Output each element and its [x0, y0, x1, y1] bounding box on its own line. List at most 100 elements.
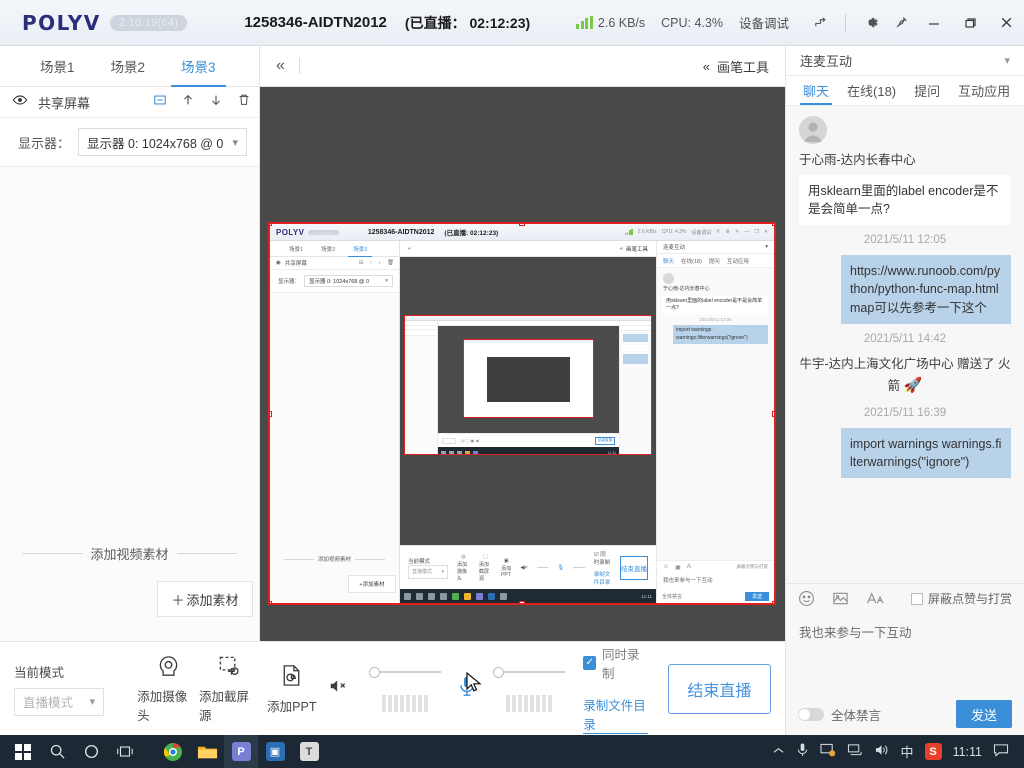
- monitor-select[interactable]: 显示器 0: 1024x768 @ 0 ▾: [78, 128, 247, 156]
- preview-stage[interactable]: POLYV 2.10.19(64) 1258346-AIDTN2012 (已直播…: [260, 87, 785, 641]
- microphone-icon[interactable]: [796, 742, 809, 761]
- resize-handle-br[interactable]: [772, 601, 774, 603]
- speaker-muted-icon[interactable]: [328, 677, 350, 700]
- search-icon[interactable]: [40, 735, 74, 768]
- mini-layer-row: ◉ 共享屏幕 ⊟ ↑ ↓ 🗑: [270, 257, 399, 270]
- signal-bars-icon: [576, 16, 593, 29]
- mini-image-icon: ▣: [675, 564, 681, 571]
- image-icon[interactable]: [832, 590, 849, 607]
- mini-camera-label: 添加摄像头: [457, 561, 468, 582]
- add-ppt-label: 添加PPT: [267, 699, 317, 714]
- block-likes-checkbox[interactable]: 屏蔽点赞与打赏: [910, 590, 1012, 607]
- resize-handle-mr[interactable]: [772, 410, 774, 417]
- mini-message-2: import warnings warnings.filterwarnings(…: [673, 325, 768, 345]
- record-folder-link[interactable]: 录制文件目录: [583, 695, 648, 734]
- mini-minimize-icon: —: [744, 229, 750, 235]
- mini-collapse-icon: «: [408, 245, 412, 252]
- volume-icon[interactable]: [874, 743, 890, 760]
- mini-minus-icon: ⊟: [358, 260, 364, 266]
- trash-icon[interactable]: [237, 93, 251, 112]
- font-size-icon[interactable]: [866, 590, 885, 607]
- chat-gift-message: 牛宇-达内上海文化广场中心 赠送了 火箭 🚀: [799, 354, 1011, 398]
- mini-font-icon: A: [686, 564, 691, 570]
- resize-handle-ml[interactable]: [270, 410, 272, 417]
- chat-panel-header[interactable]: 连麦互动 ▾: [786, 46, 1024, 76]
- resize-handle-tc[interactable]: [519, 224, 525, 226]
- mini-scene-3: 场景3: [344, 241, 376, 257]
- mic-volume-slider[interactable]: [492, 665, 565, 679]
- pin-icon[interactable]: [886, 8, 916, 38]
- checkbox[interactable]: [910, 592, 923, 605]
- close-button[interactable]: [988, 0, 1024, 46]
- resize-handle-tl[interactable]: [270, 224, 272, 226]
- pen-tool-button[interactable]: « 画笔工具: [703, 57, 769, 76]
- share-icon[interactable]: [805, 8, 835, 38]
- resize-handle-bl[interactable]: [270, 601, 272, 603]
- add-camera-button[interactable]: 添加摄像头: [137, 653, 199, 724]
- polyv-taskbar-icon[interactable]: P: [224, 735, 258, 768]
- tab-online[interactable]: 在线(18): [840, 76, 903, 105]
- chevron-down-icon[interactable]: ▾: [1004, 54, 1010, 67]
- mini-shared-screen: ◎ ⬚ ▣ ◀ 结束直播 11:11: [404, 315, 652, 455]
- eye-icon[interactable]: [12, 92, 28, 113]
- mini-chat-tools: ☺ ▣ A 屏蔽点赞与打赏: [657, 560, 774, 573]
- mini-share-icon: ⇱: [716, 229, 721, 235]
- ime-indicator[interactable]: 中: [901, 742, 914, 761]
- network-icon[interactable]: [847, 743, 863, 760]
- record-checkbox[interactable]: ✓ 同时录制: [583, 644, 647, 682]
- mini-pen-label: 画笔工具: [625, 246, 648, 253]
- mini-block-label: 屏蔽点赞与打赏: [736, 564, 769, 569]
- chat-message-list[interactable]: 于心雨-达内长春中心 用sklearn里面的label encoder是不是会简…: [786, 106, 1024, 583]
- minimize-button[interactable]: [916, 0, 952, 46]
- mini-down-icon: ↓: [378, 260, 382, 266]
- text-app-taskbar-icon[interactable]: T: [292, 735, 326, 768]
- tab-chat[interactable]: 聊天: [796, 76, 836, 105]
- mute-all-toggle[interactable]: [798, 707, 824, 721]
- gear-icon[interactable]: [856, 8, 886, 38]
- mini-smiley-icon: ☺: [663, 564, 670, 570]
- speaker-volume-slider[interactable]: [369, 665, 442, 679]
- chevron-up-icon[interactable]: [772, 744, 785, 759]
- smiley-icon[interactable]: [798, 590, 815, 607]
- add-material-button[interactable]: ＋ 添加素材: [157, 581, 253, 617]
- minus-box-icon[interactable]: [153, 93, 167, 112]
- task-view-icon[interactable]: [108, 735, 142, 768]
- maximize-button[interactable]: [952, 0, 988, 46]
- end-live-button[interactable]: 结束直播: [667, 663, 772, 714]
- chat-message-row-outgoing: import warnings warnings.filterwarnings(…: [799, 427, 1011, 478]
- app-taskbar-icon[interactable]: ▣: [258, 735, 292, 768]
- tab-questions[interactable]: 提问: [907, 76, 947, 105]
- arrow-down-icon[interactable]: [209, 93, 223, 112]
- network-speed: 2.6 KB/s: [597, 15, 646, 30]
- chrome-icon[interactable]: [156, 735, 190, 768]
- device-debug-button[interactable]: 设备调试: [739, 13, 789, 32]
- mini-title-bar: POLYV 2.10.19(64) 1258346-AIDTN2012 (已直播…: [270, 224, 774, 241]
- scene-tab-3[interactable]: 场景3: [163, 46, 234, 87]
- shared-screen-source[interactable]: POLYV 2.10.19(64) 1258346-AIDTN2012 (已直播…: [268, 222, 776, 605]
- mini-chat-tab-2: 提问: [708, 258, 720, 265]
- mode-select[interactable]: 直播模式 ▾: [14, 687, 105, 716]
- scene-tab-1[interactable]: 场景1: [22, 46, 93, 86]
- chat-input[interactable]: 我也来参与一下互动: [786, 613, 1024, 693]
- layer-row-share-screen[interactable]: 共享屏幕: [0, 87, 259, 118]
- tab-interactive-apps[interactable]: 互动应用: [951, 76, 1017, 105]
- app-window: POLYV 2.10.19(64) 1258346-AIDTN2012 (已直播…: [0, 0, 1024, 768]
- mini-chat-user: 于心雨-达内长春中心: [663, 286, 710, 292]
- arrow-up-icon[interactable]: [181, 93, 195, 112]
- add-ppt-button[interactable]: 添加PPT: [261, 663, 323, 715]
- cortana-circle-icon[interactable]: [74, 735, 108, 768]
- scene-tab-2[interactable]: 场景2: [93, 46, 164, 86]
- collapse-sidebar-icon[interactable]: «: [276, 57, 285, 75]
- add-capture-button[interactable]: 添加截屏源: [199, 653, 261, 724]
- send-button[interactable]: 发送: [956, 700, 1012, 728]
- resize-handle-bc[interactable]: [519, 601, 525, 603]
- resize-handle-tr[interactable]: [772, 224, 774, 226]
- taskbar-clock[interactable]: 11:11: [953, 745, 982, 759]
- file-explorer-icon[interactable]: [190, 735, 224, 768]
- notification-icon[interactable]: [993, 743, 1009, 760]
- sogou-input-icon[interactable]: S: [924, 743, 942, 760]
- mini-scene-tabs: 场景1 场景2 场景3: [270, 241, 399, 257]
- mini-message-1: 用sklearn里面的label encoder是不是会简单一点?: [663, 295, 768, 315]
- screen-share-icon[interactable]: [820, 743, 836, 760]
- windows-start-icon[interactable]: [6, 735, 40, 768]
